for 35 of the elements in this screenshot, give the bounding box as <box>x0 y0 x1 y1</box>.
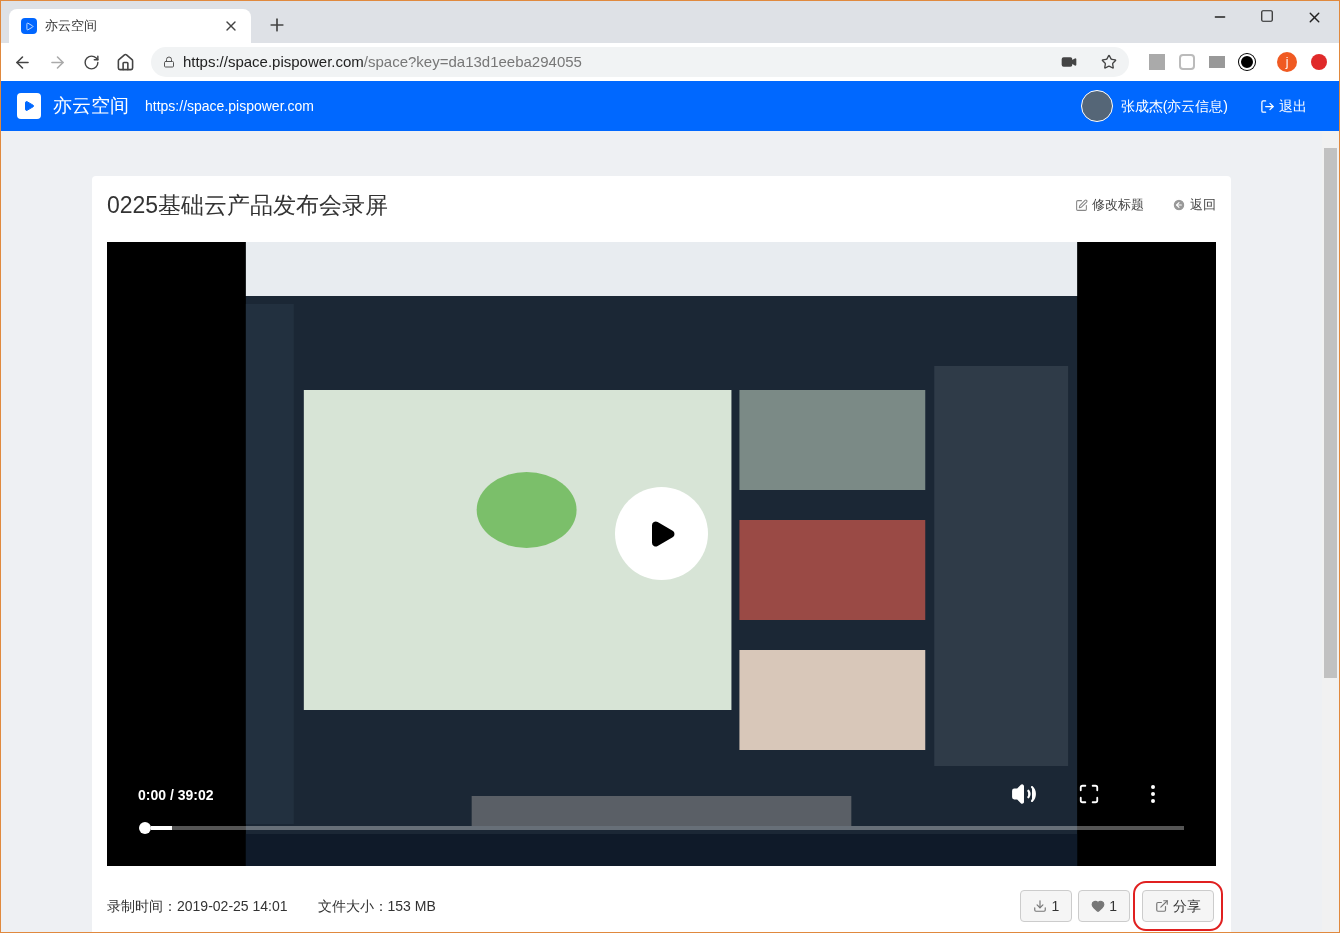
brand-name[interactable]: 亦云空间 <box>53 91 129 121</box>
heart-icon <box>1091 899 1106 913</box>
download-icon <box>1033 899 1048 913</box>
logout-icon <box>1260 98 1275 114</box>
address-bar[interactable]: https://space.pispower.com/space?key=da13d1eeba294055 <box>150 47 1129 77</box>
edit-title-button[interactable]: 修改标题 <box>1075 195 1144 215</box>
reload-icon[interactable] <box>82 53 100 71</box>
lock-icon <box>162 56 175 68</box>
maximize-icon[interactable] <box>1260 9 1274 23</box>
share-icon <box>1155 899 1169 913</box>
download-button[interactable]: 1 <box>1020 890 1073 922</box>
camera-icon[interactable] <box>1061 54 1077 70</box>
bookmark-star-icon[interactable] <box>1101 54 1117 70</box>
back-button[interactable]: 返回 <box>1172 195 1216 215</box>
file-size: 文件大小：153 MB <box>317 896 436 916</box>
logout-button[interactable]: 退出 <box>1260 95 1307 117</box>
brand-logo-icon <box>17 93 41 119</box>
tab-title: 亦云空间 <box>45 17 98 36</box>
like-button[interactable]: 1 <box>1078 890 1130 922</box>
fullscreen-icon[interactable] <box>1078 783 1100 805</box>
video-player[interactable]: 0:00 / 39:02 <box>107 242 1216 866</box>
user-name[interactable]: 张成杰(亦云信息) <box>1120 95 1228 117</box>
recording-title: 0225基础云产品发布会录屏 <box>107 190 390 220</box>
progress-track[interactable] <box>151 826 1184 830</box>
url-text: https://space.pispower.com/space?key=da13d1eeba294055 <box>182 51 583 72</box>
site-url[interactable]: https://space.pispower.com <box>145 95 314 117</box>
edit-icon <box>1075 198 1088 212</box>
home-icon[interactable] <box>115 52 135 72</box>
site-logo-icon <box>21 18 37 34</box>
scrollbar-thumb[interactable] <box>1324 148 1337 678</box>
user-avatar <box>1080 90 1113 122</box>
playback-time: 0:00 / 39:02 <box>138 786 214 805</box>
volume-icon[interactable] <box>1011 781 1037 807</box>
browser-tab[interactable]: 亦云空间 <box>9 9 251 43</box>
recorded-time: 录制时间：2019-02-25 14:01 <box>107 896 288 916</box>
